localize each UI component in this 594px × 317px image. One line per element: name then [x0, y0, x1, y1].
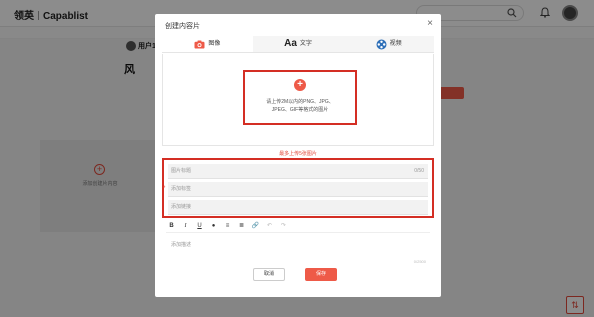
upload-dropzone[interactable]: + 请上传2M以内的PNG、JPG、 JPEG、GIF等格式的图片 [243, 70, 357, 125]
description-counter: 0/2500 [413, 259, 426, 264]
editor-toolbar: B I U ● ≡ ≣ 🔗 ↶ ↷ [166, 220, 430, 232]
metadata-fields: 图片标题 0/50 * 添加标签 添加链接 [162, 158, 434, 218]
upload-hint-line2: JPEG、GIF等格式的图片 [271, 107, 329, 113]
tag-field[interactable]: * 添加标签 [163, 182, 428, 197]
tab-video[interactable]: 视频 [343, 36, 434, 52]
save-button[interactable]: 保存 [305, 268, 337, 281]
unordered-list-icon[interactable]: ≣ [236, 221, 247, 231]
description-editor[interactable]: 添加描述 0/2500 [166, 232, 430, 267]
bold-icon[interactable]: B [166, 221, 177, 231]
description-placeholder: 添加描述 [171, 242, 192, 248]
upload-limit-note: 最多上传5张图片 [279, 151, 317, 157]
content-type-tabs: 图像 Aa 文字 视频 [162, 36, 434, 53]
underline-icon[interactable]: U [194, 221, 205, 231]
tab-text-label: 文字 [299, 41, 312, 47]
tab-video-label: 视频 [389, 41, 402, 47]
color-icon[interactable]: ● [208, 221, 219, 231]
title-placeholder: 图片标题 [171, 168, 192, 174]
tab-image[interactable]: 图像 [162, 36, 253, 52]
modal-title: 创建内容片 [165, 23, 200, 30]
link-icon[interactable]: 🔗 [250, 221, 261, 231]
undo-icon[interactable]: ↶ [264, 221, 275, 231]
upload-hint-line1: 请上传2M以内的PNG、JPG、 [266, 99, 334, 105]
close-icon[interactable]: × [427, 18, 433, 29]
add-image-icon[interactable]: + [294, 79, 306, 91]
tag-placeholder: 添加标签 [171, 186, 192, 192]
required-marker: * [163, 186, 166, 192]
create-content-modal: 创建内容片 × 图像 Aa 文字 视频 + 请上传2M以内的PNG、JPG、 JP… [155, 14, 441, 297]
tab-image-label: 图像 [208, 41, 221, 47]
text-icon: Aa [284, 38, 297, 49]
camera-icon [194, 40, 205, 48]
ordered-list-icon[interactable]: ≡ [222, 221, 233, 231]
title-counter: 0/50 [414, 168, 424, 174]
title-field[interactable]: 图片标题 0/50 [168, 164, 428, 179]
tab-text[interactable]: Aa 文字 [253, 36, 344, 52]
redo-icon[interactable]: ↷ [278, 221, 289, 231]
image-upload-area: + 请上传2M以内的PNG、JPG、 JPEG、GIF等格式的图片 [162, 54, 434, 146]
video-reel-icon [376, 39, 387, 49]
link-placeholder: 添加链接 [171, 204, 192, 210]
cancel-button[interactable]: 取消 [253, 268, 285, 281]
link-field[interactable]: 添加链接 [168, 200, 428, 215]
italic-icon[interactable]: I [180, 221, 191, 231]
upload-hint: 请上传2M以内的PNG、JPG、 JPEG、GIF等格式的图片 [249, 98, 351, 114]
